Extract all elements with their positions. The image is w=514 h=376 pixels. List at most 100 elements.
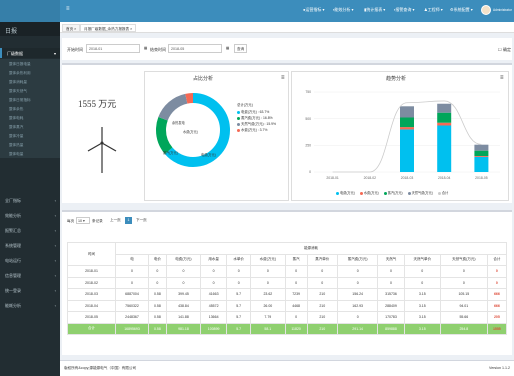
table-cell: 0 bbox=[336, 276, 379, 289]
donut-legend-item: 水费(万元) : 3.7% bbox=[237, 127, 267, 132]
sidebar-item-energy[interactable]: 能耗分析 ‹ bbox=[0, 300, 60, 310]
table-cell: 5.7 bbox=[226, 311, 252, 324]
trend-legend-item[interactable]: 合计 bbox=[437, 191, 448, 195]
table-cell: 41663 bbox=[200, 288, 228, 301]
bar-segment bbox=[437, 122, 452, 126]
top-menu-item[interactable]: ●运营指标 ▾ bbox=[303, 7, 325, 13]
kpi-value: 1555 万元 bbox=[78, 99, 117, 109]
table-row: 2018-02 0 0 0 0 0 0 0 0 0 0 0 0 0 bbox=[67, 276, 508, 289]
page-1-button[interactable]: 1 bbox=[125, 217, 132, 224]
tab-home[interactable]: 首页 × bbox=[62, 24, 81, 32]
chevron-left-icon: ‹ bbox=[54, 228, 56, 233]
table-cell: 0 bbox=[115, 265, 149, 278]
table-cell: 0 bbox=[403, 276, 441, 289]
x-tick-label: 2018-03 bbox=[401, 176, 414, 180]
table-total-row: 合计 16895693 0.58 981.18 100899 5.7 58.1 11820 21… bbox=[67, 322, 508, 335]
sidebar-subitem[interactable]: 整体电耗 bbox=[0, 113, 60, 122]
x-tick-label: 2018-04 bbox=[438, 176, 451, 180]
sidebar-subitem[interactable]: 整体日常指标 bbox=[0, 95, 60, 104]
sidebar-subitem[interactable]: 整体余热利用 bbox=[0, 68, 60, 77]
trend-legend-item[interactable]: 水费(万元) bbox=[359, 191, 379, 195]
table-cell: 0 bbox=[284, 311, 308, 324]
top-menu-item[interactable]: ▪报警查询 ▾ bbox=[394, 7, 415, 13]
page-size-suffix: 条记录 bbox=[92, 219, 103, 223]
table-cell: 23.62 bbox=[250, 288, 286, 301]
sidebar-item-factory-data[interactable]: 厂级数据 ▾ bbox=[0, 48, 60, 58]
table-cell: 0 bbox=[148, 276, 167, 289]
sidebar-item-overall-metrics[interactable]: 全厂指标 ‹ bbox=[0, 195, 60, 205]
sidebar-subitem[interactable]: 整体热量 bbox=[0, 140, 60, 149]
start-date-input[interactable]: 2018-01 bbox=[86, 44, 140, 53]
sidebar-item-station[interactable]: 电站运行 ‹ bbox=[0, 255, 60, 265]
sidebar-subitem[interactable]: 整体电量 bbox=[0, 149, 60, 158]
top-menu-item[interactable]: ▪能效分析 ▾ bbox=[333, 7, 354, 13]
user-name[interactable]: Administrator bbox=[493, 8, 512, 12]
bar-segment bbox=[474, 150, 489, 156]
table-cell: 0 bbox=[250, 276, 286, 289]
confirm-checkbox-icon[interactable]: ☐ bbox=[498, 47, 502, 52]
prev-page-button[interactable]: 上一页 bbox=[108, 217, 123, 224]
column-header: 电价 bbox=[148, 253, 167, 266]
end-date-input[interactable]: 2018-05 bbox=[168, 44, 222, 53]
table-cell: 100899 bbox=[200, 322, 228, 335]
table-cell: 981.18 bbox=[165, 322, 202, 335]
sidebar-item-login[interactable]: 统一登录 ‹ bbox=[0, 285, 60, 295]
page-size-select[interactable]: 10 ▾ bbox=[76, 217, 90, 224]
trend-legend-item[interactable]: 蒸汽(万元) bbox=[383, 191, 403, 195]
table-cell: 合计 bbox=[67, 322, 116, 335]
table-cell: 162.93 bbox=[336, 299, 379, 312]
sidebar-item-efficiency[interactable]: 效能分析 ‹ bbox=[0, 210, 60, 220]
top-menu-item[interactable]: ♟工程师 ▾ bbox=[424, 7, 443, 13]
table-cell: 0 bbox=[439, 276, 488, 289]
query-button[interactable]: 查询 bbox=[234, 44, 248, 53]
table-cell: 16895693 bbox=[115, 322, 149, 335]
x-tick-label: 2018-02 bbox=[364, 176, 377, 180]
calendar-icon[interactable]: ▦ bbox=[224, 44, 231, 53]
table-cell: 2018-02 bbox=[67, 276, 116, 289]
sidebar-item-system[interactable]: 系统管理 ‹ bbox=[0, 240, 60, 250]
sidebar-subitem[interactable]: 整体消耗量 bbox=[0, 77, 60, 86]
table-cell: 0.58 bbox=[148, 311, 167, 324]
top-navbar: ≡ ●运营指标 ▾ ▪能效分析 ▾ ▮统计报表 ▾ ▪报警查询 ▾ ♟工程师 ▾… bbox=[0, 0, 514, 22]
column-header: 蒸汽单价 bbox=[306, 253, 338, 266]
table-cell: 5.7 bbox=[226, 288, 252, 301]
table-cell: 0 bbox=[336, 265, 379, 278]
table-cell: 0 bbox=[439, 265, 488, 278]
table-cell: 0 bbox=[250, 265, 286, 278]
next-page-button[interactable]: 下一页 bbox=[134, 217, 149, 224]
sidebar-subitem[interactable]: 整体蒸汽 bbox=[0, 122, 60, 131]
bar-segment bbox=[400, 117, 414, 128]
avatar[interactable] bbox=[481, 5, 491, 15]
sidebar-subitem[interactable]: 整体日报电量 bbox=[0, 59, 60, 68]
y-tick-label: 250 bbox=[305, 144, 311, 148]
menu-icon[interactable]: ≡ bbox=[281, 75, 285, 81]
sidebar-subitem[interactable]: 整体余热 bbox=[0, 104, 60, 113]
calendar-icon[interactable]: ▦ bbox=[142, 44, 149, 53]
x-tick-label: 2018-05 bbox=[475, 176, 488, 180]
sidebar-item-alarms[interactable]: 报警汇总 ‹ bbox=[0, 225, 60, 235]
table-cell: 0.58 bbox=[148, 299, 167, 312]
column-header: 电 bbox=[115, 253, 149, 266]
trend-legend-item[interactable]: 天然气费(万元) bbox=[407, 191, 433, 195]
sidebar-subitem[interactable]: 整体冷量 bbox=[0, 131, 60, 140]
column-header: 电费(万元) bbox=[165, 253, 202, 266]
donut-legend-title: 总计(万元) bbox=[237, 103, 253, 107]
table-cell: 2018-01 bbox=[67, 265, 116, 278]
sidebar-subitem[interactable]: 整体天然气 bbox=[0, 86, 60, 95]
table-cell: 11820 bbox=[284, 322, 308, 335]
sidebar-toggle-icon[interactable]: ≡ bbox=[66, 6, 70, 12]
column-header: 天然气单价 bbox=[403, 253, 441, 266]
logo[interactable] bbox=[0, 0, 60, 22]
sidebar-item-info[interactable]: 信息管理 ‹ bbox=[0, 270, 60, 280]
tab-report[interactable]: 月报厂级数据_余热力报报表 × bbox=[80, 24, 137, 32]
trend-legend-item[interactable]: 电费(万元) bbox=[336, 191, 355, 195]
top-menu-item[interactable]: ▮统计报表 ▾ bbox=[364, 7, 385, 13]
menu-icon[interactable]: ≡ bbox=[500, 75, 504, 81]
chevron-left-icon: ‹ bbox=[54, 288, 56, 293]
version: Version 1.1.2 bbox=[489, 366, 510, 370]
top-menu-item[interactable]: ⚙系统配置 ▾ bbox=[450, 7, 473, 13]
table-cell: 315736 bbox=[377, 288, 405, 301]
donut-chart-box: 占比分析 ≡ 余热发电 水费(万元) 电费(万元) 蒸汽(万元) 总计(万元) … bbox=[144, 71, 289, 201]
table-cell: 6887004 bbox=[115, 288, 149, 301]
chevron-left-icon: ‹ bbox=[54, 198, 56, 203]
